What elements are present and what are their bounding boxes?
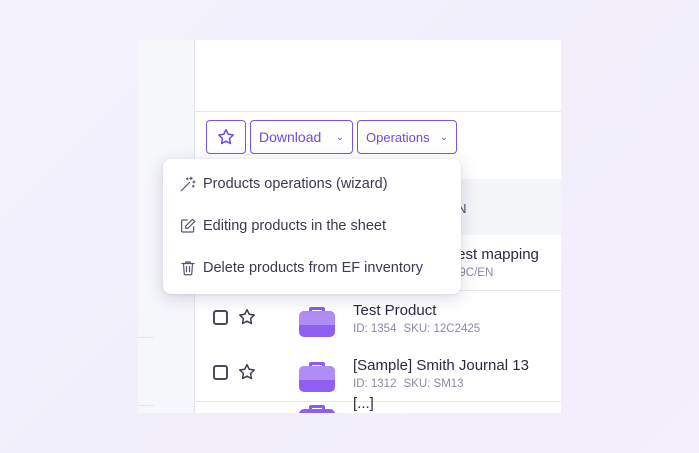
product-meta: ID: 1354 SKU: 12C2425: [353, 323, 480, 335]
product-meta: ID: 1312 SKU: SM13: [353, 378, 464, 390]
product-sku: SKU: SM13: [403, 378, 464, 390]
sidebar-divider: [138, 405, 154, 406]
product-id: ID: 1354: [353, 323, 397, 335]
product-name[interactable]: [Sample] Smith Journal 13: [353, 357, 529, 374]
sidebar-divider: [138, 337, 154, 338]
menu-item-label: Products operations (wizard): [203, 176, 388, 192]
table-row[interactable]: [Sample] Smith Journal 13 ID: 1312 SKU: S…: [195, 346, 561, 402]
star-outline-icon[interactable]: [237, 362, 257, 382]
briefcase-icon: [299, 362, 335, 392]
top-panel: [195, 40, 561, 112]
row-checkbox[interactable]: [213, 365, 228, 380]
menu-item-editing-products-sheet[interactable]: Editing products in the sheet: [163, 205, 461, 247]
table-row[interactable]: Test Product ID: 1354 SKU: 12C2425: [195, 291, 561, 347]
star-outline-icon: [218, 128, 234, 145]
briefcase-icon: [299, 405, 335, 413]
product-name[interactable]: test mapping: [453, 246, 539, 263]
product-id: ID: 1312: [353, 378, 397, 390]
magic-wand-icon: [180, 176, 196, 192]
toolbar: Download ⌄ Operations ⌄: [206, 120, 457, 154]
star-outline-icon[interactable]: [237, 307, 257, 327]
menu-item-label: Delete products from EF inventory: [203, 260, 424, 276]
trash-icon: [181, 261, 195, 276]
product-sku: SKU: 12C2425: [403, 323, 481, 335]
product-name[interactable]: [...]: [353, 395, 374, 412]
product-name[interactable]: Test Product: [353, 302, 436, 319]
operations-button[interactable]: Operations ⌄: [357, 120, 457, 154]
row-checkbox[interactable]: [213, 310, 228, 325]
operations-dropdown-menu: Products operations (wizard) Editing pro…: [163, 159, 461, 294]
chevron-down-icon: ⌄: [439, 131, 448, 143]
download-button[interactable]: Download ⌄: [250, 120, 353, 154]
chevron-down-icon: ⌄: [335, 131, 344, 143]
menu-item-delete-products[interactable]: Delete products from EF inventory: [163, 247, 461, 289]
operations-label: Operations: [366, 129, 430, 145]
table-row[interactable]: [...]: [195, 395, 561, 413]
download-label: Download: [259, 129, 322, 145]
edit-sheet-icon: [181, 218, 196, 233]
favorite-button[interactable]: [206, 120, 246, 154]
menu-item-products-operations-wizard[interactable]: Products operations (wizard): [163, 163, 461, 205]
menu-item-label: Editing products in the sheet: [203, 218, 386, 234]
briefcase-icon: [299, 307, 335, 337]
